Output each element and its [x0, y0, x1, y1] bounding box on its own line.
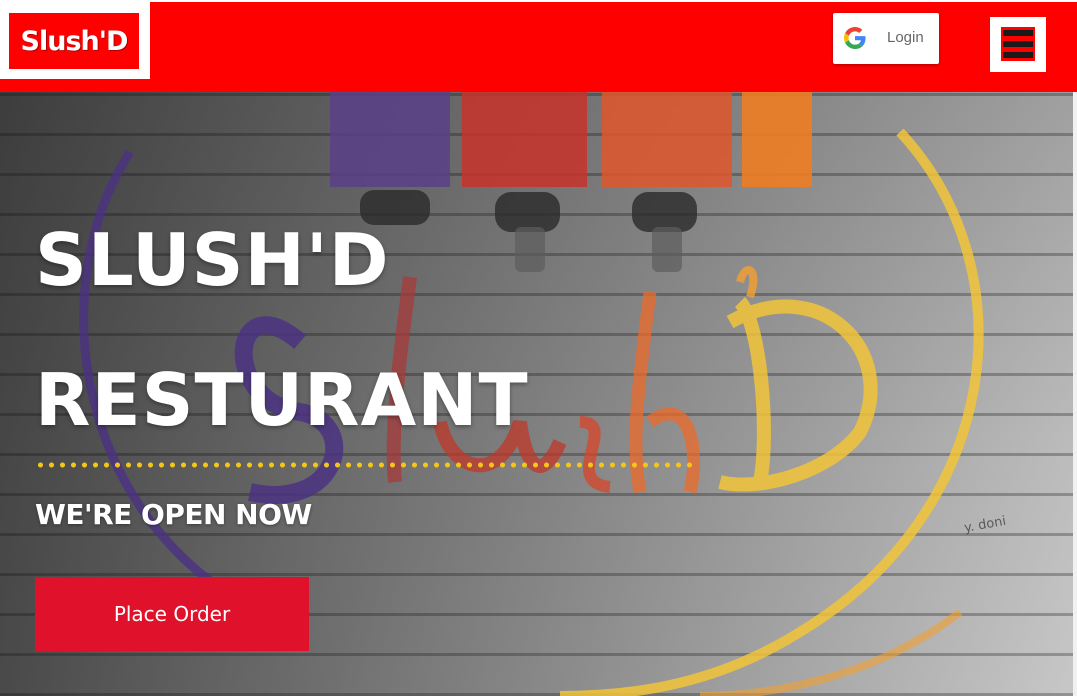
open-status-text: WE'RE OPEN NOW: [35, 498, 312, 531]
place-order-button[interactable]: Place Order: [35, 577, 309, 651]
hero-title-line-2: RESTURANT: [35, 358, 529, 442]
dotted-divider: [35, 461, 695, 469]
site-header: Slush'D Login: [0, 0, 1077, 92]
svg-text:y. doni: y. doni: [963, 514, 1007, 536]
brand-logo[interactable]: Slush'D: [0, 2, 150, 79]
menu-button[interactable]: [990, 17, 1046, 72]
login-label: Login: [887, 29, 924, 46]
header-top-line: [0, 0, 1077, 2]
google-login-button[interactable]: Login: [833, 13, 939, 64]
hamburger-menu-icon: [1001, 27, 1035, 61]
brand-logo-text: Slush'D: [9, 13, 139, 69]
hero-banner: y. doni SLUSH'D RESTURANT WE'RE OPEN NOW…: [0, 92, 1077, 696]
google-g-icon: [844, 27, 866, 49]
scrollbar-track[interactable]: [1073, 92, 1077, 696]
hero-title-line-1: SLUSH'D: [35, 218, 390, 302]
